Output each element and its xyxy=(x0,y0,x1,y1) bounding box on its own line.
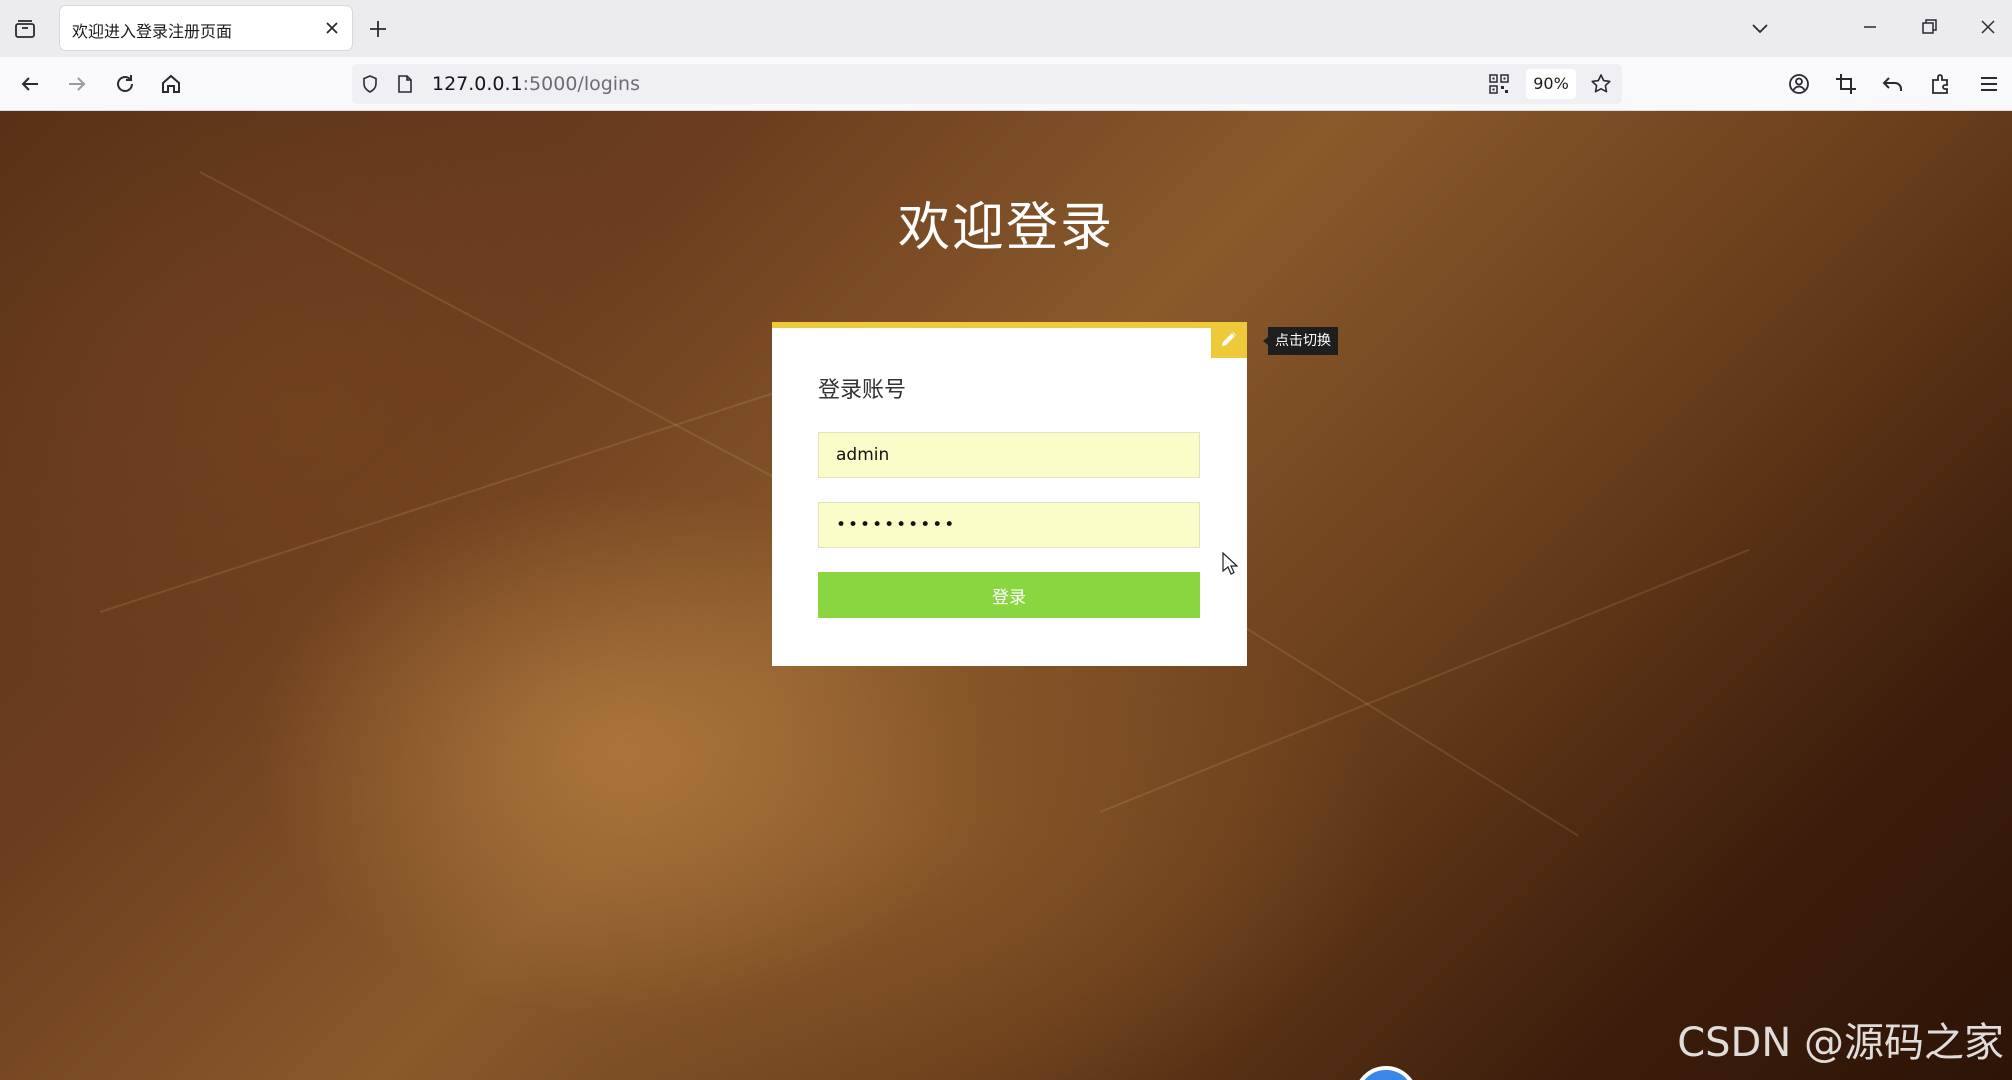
qr-code-icon[interactable] xyxy=(1488,73,1510,95)
url-host: 127.0.0.1 xyxy=(432,73,523,95)
window-close-icon[interactable] xyxy=(1975,14,2001,40)
back-arrow-icon[interactable] xyxy=(16,70,44,98)
toggle-tooltip: 点击切换 xyxy=(1263,327,1338,355)
url-bar[interactable]: 127.0.0.1:5000/logins 90% xyxy=(352,64,1622,104)
navigation-bar: 127.0.0.1:5000/logins 90% xyxy=(0,57,2012,111)
account-icon[interactable] xyxy=(1785,70,1813,98)
mouse-cursor-icon xyxy=(1222,552,1238,575)
restore-icon[interactable] xyxy=(1916,14,1942,40)
browser-window: 欢迎进入登录注册页面 127.0.0.1:5000/logins 90% 欢迎登… xyxy=(0,0,2012,1080)
undo-icon[interactable] xyxy=(1879,70,1907,98)
url-text[interactable]: 127.0.0.1:5000/logins xyxy=(432,73,640,95)
pencil-icon xyxy=(1222,332,1236,346)
hamburger-menu-icon[interactable] xyxy=(1975,70,2003,98)
login-card: 登录账号 登录 xyxy=(772,322,1247,666)
tab-title: 欢迎进入登录注册页面 xyxy=(72,22,233,41)
minimize-icon[interactable] xyxy=(1857,14,1883,40)
zoom-level-button[interactable]: 90% xyxy=(1526,69,1576,99)
card-title: 登录账号 xyxy=(818,378,907,403)
tab-active[interactable]: 欢迎进入登录注册页面 xyxy=(60,6,352,50)
shield-icon[interactable] xyxy=(360,74,380,94)
crop-icon[interactable] xyxy=(1832,70,1860,98)
password-input[interactable] xyxy=(818,502,1200,548)
floating-widget[interactable] xyxy=(1354,1066,1418,1080)
tab-list-icon[interactable] xyxy=(12,16,38,42)
chevron-down-icon[interactable] xyxy=(1748,16,1772,40)
home-icon[interactable] xyxy=(157,70,185,98)
page-viewport: 欢迎登录 登录账号 登录 点击切换 CSDN @源码之家 xyxy=(0,111,2012,1080)
close-icon[interactable] xyxy=(322,18,342,38)
star-icon[interactable] xyxy=(1589,72,1613,96)
reload-icon[interactable] xyxy=(111,70,139,98)
toggle-form-button[interactable] xyxy=(1211,322,1247,358)
plus-icon[interactable] xyxy=(366,17,390,41)
url-path: :5000/logins xyxy=(522,73,640,95)
username-input[interactable] xyxy=(818,432,1200,478)
watermark: CSDN @源码之家 xyxy=(1677,1020,2004,1066)
page-title: 欢迎登录 xyxy=(897,198,1114,258)
forward-arrow-icon[interactable] xyxy=(63,70,91,98)
tab-strip: 欢迎进入登录注册页面 xyxy=(0,0,2012,58)
page-icon[interactable] xyxy=(396,74,414,94)
login-button[interactable]: 登录 xyxy=(818,572,1200,618)
extensions-icon[interactable] xyxy=(1927,70,1955,98)
